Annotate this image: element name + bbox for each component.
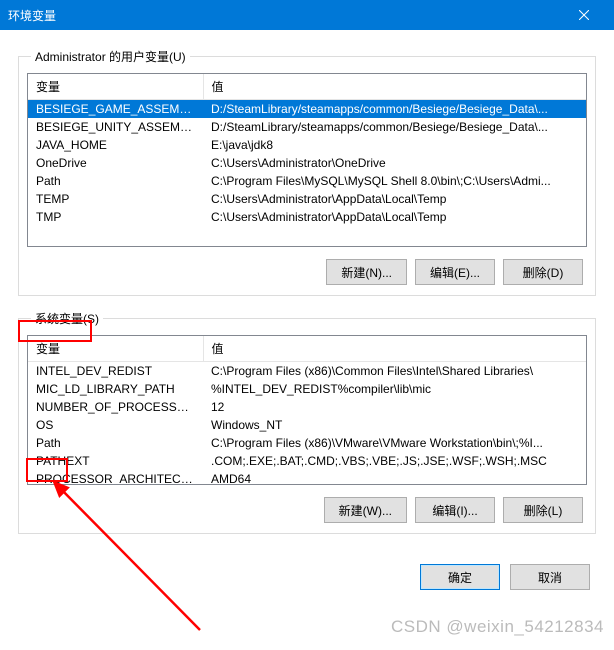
table-row[interactable]: BESIEGE_GAME_ASSEMBL...D:/SteamLibrary/s… [28, 100, 586, 119]
cell-name: JAVA_HOME [28, 136, 203, 154]
cell-value: C:\Users\Administrator\OneDrive [203, 154, 586, 172]
cell-value: %INTEL_DEV_REDIST%compiler\lib\mic [203, 380, 586, 398]
cell-name: BESIEGE_GAME_ASSEMBL... [28, 100, 203, 119]
titlebar: 环境变量 [0, 0, 614, 30]
system-edit-button[interactable]: 编辑(I)... [415, 497, 495, 523]
col-name[interactable]: 变量 [28, 336, 203, 362]
user-variables-table[interactable]: 变量 值 BESIEGE_GAME_ASSEMBL...D:/SteamLibr… [28, 74, 586, 226]
cell-value: C:\Program Files (x86)\VMware\VMware Wor… [203, 434, 586, 452]
cell-name: INTEL_DEV_REDIST [28, 362, 203, 381]
cell-value: C:\Program Files\MySQL\MySQL Shell 8.0\b… [203, 172, 586, 190]
table-row[interactable]: OneDriveC:\Users\Administrator\OneDrive [28, 154, 586, 172]
table-row[interactable]: OSWindows_NT [28, 416, 586, 434]
system-variables-table-wrap: 变量 值 INTEL_DEV_REDISTC:\Program Files (x… [27, 335, 587, 485]
cell-value: D:/SteamLibrary/steamapps/common/Besiege… [203, 100, 586, 119]
table-row[interactable]: PATHEXT.COM;.EXE;.BAT;.CMD;.VBS;.VBE;.JS… [28, 452, 586, 470]
cell-value: D:/SteamLibrary/steamapps/common/Besiege… [203, 118, 586, 136]
cell-name: TMP [28, 208, 203, 226]
table-row[interactable]: MIC_LD_LIBRARY_PATH%INTEL_DEV_REDIST%com… [28, 380, 586, 398]
table-row[interactable]: TMPC:\Users\Administrator\AppData\Local\… [28, 208, 586, 226]
cell-value: 12 [203, 398, 586, 416]
col-value[interactable]: 值 [203, 74, 586, 100]
cell-value: C:\Program Files (x86)\Common Files\Inte… [203, 362, 586, 381]
cell-value: C:\Users\Administrator\AppData\Local\Tem… [203, 190, 586, 208]
cell-name: Path [28, 434, 203, 452]
user-delete-button[interactable]: 删除(D) [503, 259, 583, 285]
cell-value: AMD64 [203, 470, 586, 485]
cell-name: NUMBER_OF_PROCESSORS [28, 398, 203, 416]
col-name[interactable]: 变量 [28, 74, 203, 100]
user-variables-group: Administrator 的用户变量(U) 变量 值 BESIEGE_GAME… [18, 48, 596, 296]
window-title: 环境变量 [8, 7, 56, 24]
cell-value: .COM;.EXE;.BAT;.CMD;.VBS;.VBE;.JS;.JSE;.… [203, 452, 586, 470]
table-row[interactable]: PathC:\Program Files\MySQL\MySQL Shell 8… [28, 172, 586, 190]
cell-name: Path [28, 172, 203, 190]
table-row[interactable]: PROCESSOR_ARCHITECT...AMD64 [28, 470, 586, 485]
cancel-button[interactable]: 取消 [510, 564, 590, 590]
system-group-legend: 系统变量(S) [31, 310, 103, 327]
system-variables-table[interactable]: 变量 值 INTEL_DEV_REDISTC:\Program Files (x… [28, 336, 586, 485]
cell-name: PATHEXT [28, 452, 203, 470]
cell-value: E:\java\jdk8 [203, 136, 586, 154]
table-row[interactable]: NUMBER_OF_PROCESSORS12 [28, 398, 586, 416]
close-icon[interactable] [561, 0, 606, 30]
user-edit-button[interactable]: 编辑(E)... [415, 259, 495, 285]
user-variables-table-wrap: 变量 值 BESIEGE_GAME_ASSEMBL...D:/SteamLibr… [27, 73, 587, 247]
col-value[interactable]: 值 [203, 336, 586, 362]
table-row[interactable]: JAVA_HOMEE:\java\jdk8 [28, 136, 586, 154]
user-group-legend: Administrator 的用户变量(U) [31, 48, 190, 65]
cell-name: OS [28, 416, 203, 434]
table-row[interactable]: BESIEGE_UNITY_ASSEMBL...D:/SteamLibrary/… [28, 118, 586, 136]
ok-button[interactable]: 确定 [420, 564, 500, 590]
cell-name: MIC_LD_LIBRARY_PATH [28, 380, 203, 398]
system-delete-button[interactable]: 删除(L) [503, 497, 583, 523]
system-new-button[interactable]: 新建(W)... [324, 497, 407, 523]
cell-name: TEMP [28, 190, 203, 208]
system-variables-group: 系统变量(S) 变量 值 INTEL_DEV_REDISTC:\Program … [18, 310, 596, 534]
cell-value: C:\Users\Administrator\AppData\Local\Tem… [203, 208, 586, 226]
watermark: CSDN @weixin_54212834 [391, 617, 604, 637]
table-row[interactable]: INTEL_DEV_REDISTC:\Program Files (x86)\C… [28, 362, 586, 381]
user-new-button[interactable]: 新建(N)... [326, 259, 407, 285]
table-row[interactable]: PathC:\Program Files (x86)\VMware\VMware… [28, 434, 586, 452]
cell-value: Windows_NT [203, 416, 586, 434]
table-row[interactable]: TEMPC:\Users\Administrator\AppData\Local… [28, 190, 586, 208]
cell-name: PROCESSOR_ARCHITECT... [28, 470, 203, 485]
cell-name: BESIEGE_UNITY_ASSEMBL... [28, 118, 203, 136]
cell-name: OneDrive [28, 154, 203, 172]
